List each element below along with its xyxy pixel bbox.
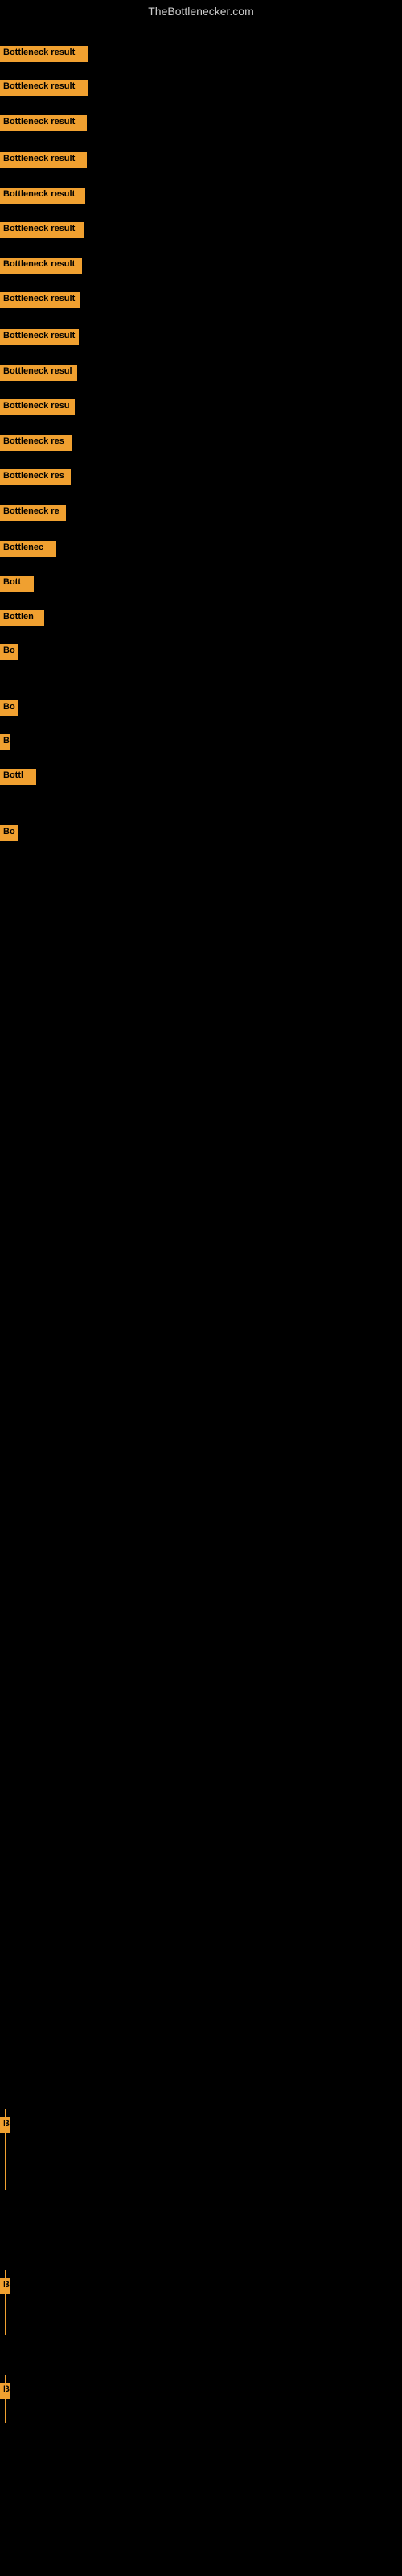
bottleneck-result-label: Bottlenec — [0, 541, 56, 557]
bottleneck-result-label: B — [0, 734, 10, 750]
bottleneck-result-label: Bottleneck result — [0, 222, 84, 238]
bottleneck-result-label: Bott — [0, 576, 34, 592]
site-title: TheBottlenecker.com — [0, 0, 402, 23]
chart-bar — [5, 2109, 6, 2190]
bottleneck-result-label: Bottleneck result — [0, 188, 85, 204]
bottleneck-result-label: Bottleneck resul — [0, 365, 77, 381]
bottleneck-result-label: Bottleneck result — [0, 46, 88, 62]
bottleneck-result-label: Bottleneck re — [0, 505, 66, 521]
bottleneck-result-label: Bo — [0, 644, 18, 660]
bottleneck-result-label: Bottleneck result — [0, 115, 87, 131]
bottleneck-result-label: Bottlen — [0, 610, 44, 626]
chart-bar — [5, 2375, 6, 2423]
bottleneck-result-label: Bottleneck resu — [0, 399, 75, 415]
bottleneck-result-label: Bottl — [0, 769, 36, 785]
bottleneck-result-label: Bottleneck res — [0, 435, 72, 451]
bottleneck-result-label: Bottleneck result — [0, 80, 88, 96]
bottleneck-result-label: Bottleneck res — [0, 469, 71, 485]
bottleneck-result-label: Bo — [0, 825, 18, 841]
bottleneck-result-label: Bottleneck result — [0, 329, 79, 345]
chart-bar — [5, 2270, 6, 2334]
bottleneck-result-label: Bo — [0, 700, 18, 716]
bottleneck-result-label: Bottleneck result — [0, 258, 82, 274]
bottleneck-result-label: Bottleneck result — [0, 292, 80, 308]
bottleneck-result-label: Bottleneck result — [0, 152, 87, 168]
